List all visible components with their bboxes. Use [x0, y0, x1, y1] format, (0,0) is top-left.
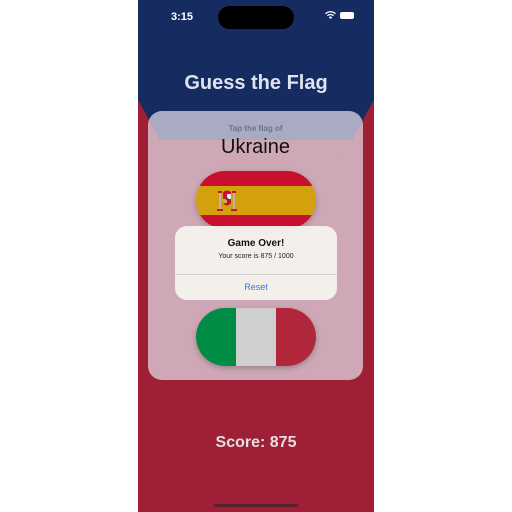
spain-flag-button[interactable]	[196, 171, 316, 229]
italy-flag-button[interactable]	[196, 308, 316, 366]
status-time: 3:15	[171, 11, 194, 23]
alert-message: Your score is 875 / 1000	[218, 253, 294, 260]
status-icons	[325, 11, 354, 19]
status-bar: 3:15	[138, 0, 374, 36]
flag-stripe-middle	[196, 185, 316, 215]
battery-icon	[340, 11, 354, 19]
country-name: Ukraine	[221, 136, 290, 158]
score-label: Score: 875	[215, 434, 297, 451]
flag-stripe-red	[276, 308, 316, 366]
flag-stripe-top	[196, 171, 316, 186]
flag-stripe-white	[236, 308, 276, 366]
page-title: Guess the Flag	[184, 72, 328, 94]
prompt-label: Tap the flag of	[228, 124, 283, 133]
alert-title: Game Over!	[227, 238, 285, 249]
game-over-alert: Game Over! Your score is 875 / 1000 Rese…	[175, 226, 337, 300]
wifi-icon	[325, 11, 336, 19]
home-indicator[interactable]	[214, 504, 298, 507]
flag-stripe-green	[196, 308, 236, 366]
alert-divider	[175, 274, 337, 275]
phone-screen: 3:15 Guess the Flag Tap the flag of Ukra…	[138, 0, 374, 512]
coat-of-arms-icon	[217, 190, 237, 211]
reset-button[interactable]: Reset	[175, 282, 337, 292]
dynamic-island	[218, 6, 294, 29]
